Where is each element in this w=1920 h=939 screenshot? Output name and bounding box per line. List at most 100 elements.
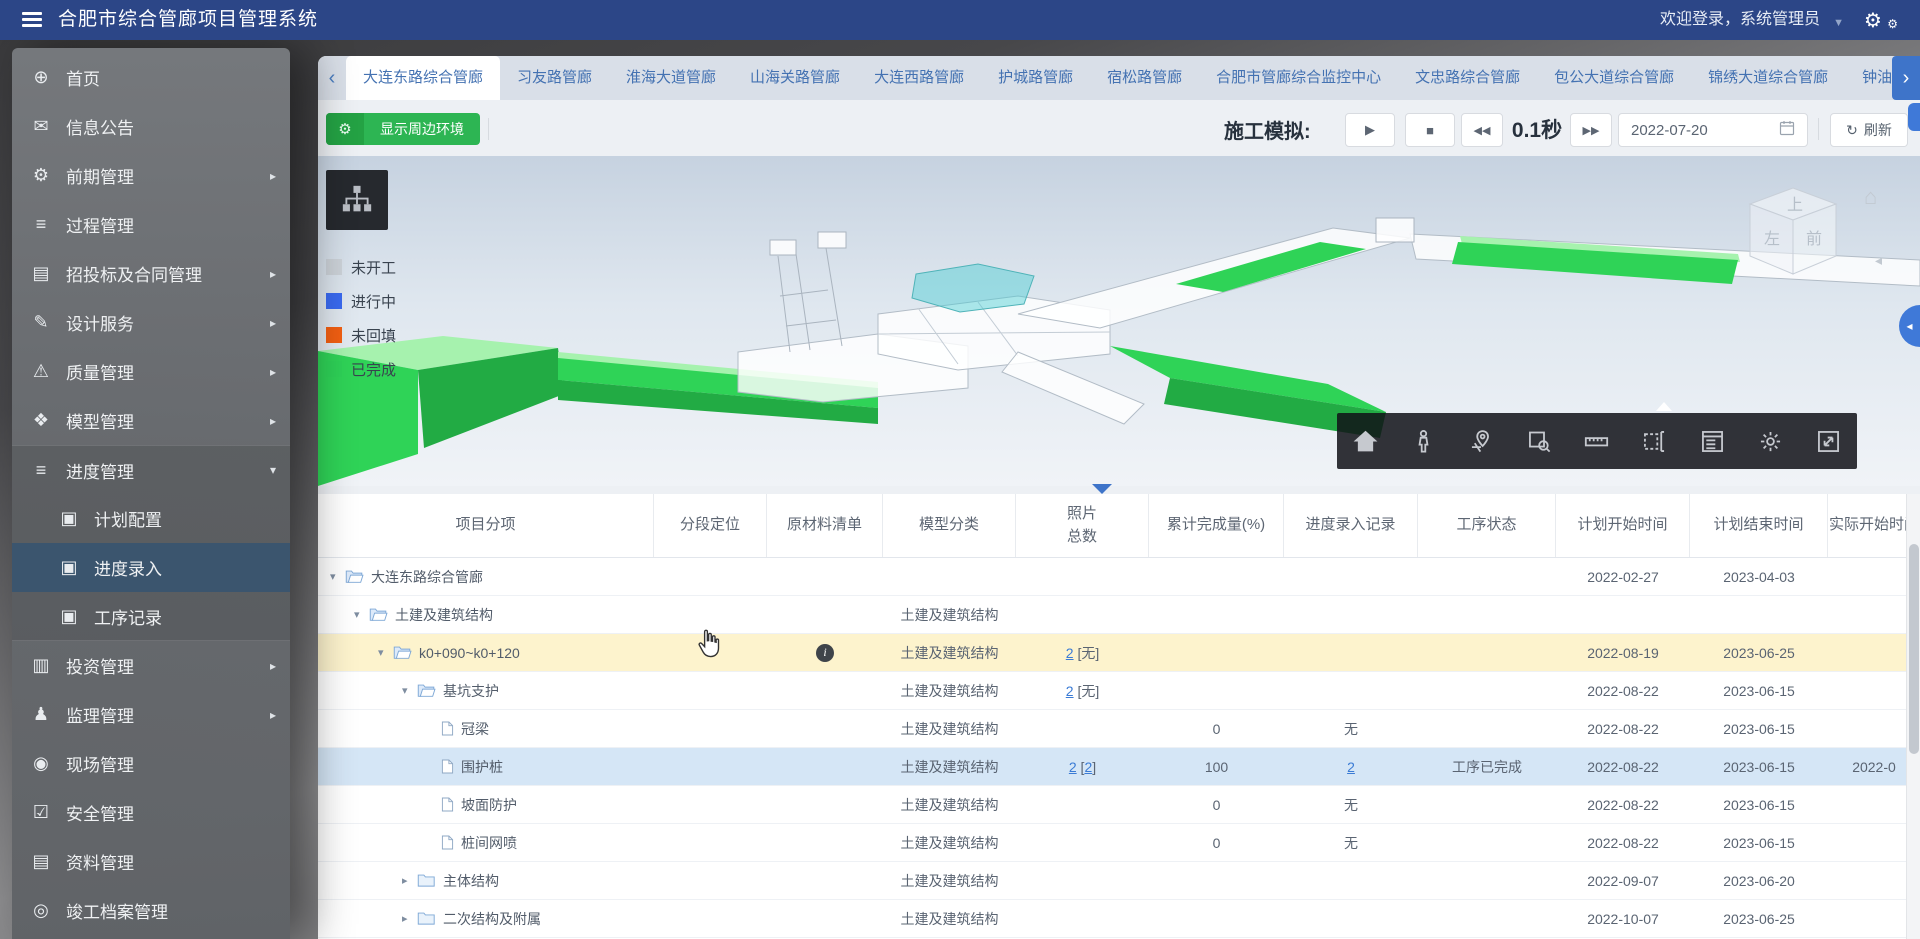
model-tree-button[interactable]	[326, 170, 388, 230]
cell--: 2023-06-25	[1690, 900, 1828, 937]
sidebar-item--[interactable]: ▣计划配置	[12, 494, 290, 543]
sidebar-item--[interactable]: ▤招投标及合同管理▸	[12, 249, 290, 298]
table-scrollbar[interactable]	[1906, 494, 1920, 939]
table-row--[interactable]: ▸二次结构及附属土建及建筑结构2022-10-072023-06-25	[318, 900, 1920, 938]
simulation-slower-button[interactable]: ◀◀	[1461, 113, 1503, 147]
user-dropdown-caret-icon[interactable]: ▼	[1833, 17, 1844, 29]
calendar-icon[interactable]	[1779, 120, 1795, 141]
viewport-toolbar-collapse-icon[interactable]	[1656, 402, 1672, 411]
fullscreen-icon[interactable]	[1811, 424, 1845, 458]
refresh-button[interactable]: ↻ 刷新	[1830, 113, 1908, 147]
simulation-date-input[interactable]: 2022-07-20	[1618, 113, 1808, 147]
info-icon[interactable]: i	[816, 644, 834, 662]
column-header--: 原材料清单	[767, 494, 883, 557]
settings-gears-icon[interactable]: ⚙⚙	[1864, 8, 1894, 34]
table-row--[interactable]: ▸主体结构土建及建筑结构2022-09-072023-06-20	[318, 862, 1920, 900]
cell--: 土建及建筑结构	[883, 634, 1016, 671]
table-row--[interactable]: ▾基坑支护土建及建筑结构2 [ 无 ]2022-08-222023-06-15	[318, 672, 1920, 710]
table-row-k0-090-k0-120[interactable]: ▾k0+090~k0+120i土建及建筑结构2 [ 无 ]2022-08-192…	[318, 634, 1920, 672]
sidebar-item--[interactable]: ▣工序记录	[12, 592, 290, 641]
tab-scroll-right-icon[interactable]: ›	[1892, 56, 1920, 100]
sidebar-item-label: 现场管理	[66, 751, 134, 776]
simulation-faster-button[interactable]: ▶▶	[1570, 113, 1612, 147]
table-row--[interactable]: 桩间网喷土建及建筑结构0无2022-08-222023-06-15	[318, 824, 1920, 862]
tab--[interactable]: 文忠路综合管廊	[1398, 56, 1537, 100]
record-count-link[interactable]: 2	[1347, 759, 1355, 775]
tree-collapse-icon[interactable]: ▾	[378, 646, 393, 659]
zoom-window-icon[interactable]	[1522, 424, 1556, 458]
table-row--[interactable]: ▾大连东路综合管廊2022-02-272023-04-03	[318, 558, 1920, 596]
table-row--[interactable]: 冠梁土建及建筑结构0无2022-08-222023-06-15	[318, 710, 1920, 748]
top-bar: 合肥市综合管廊项目管理系统 欢迎登录，系统管理员 ▼ ⚙⚙	[0, 0, 1920, 40]
tab--[interactable]: 包公大道综合管廊	[1537, 56, 1691, 100]
sidebar-item--[interactable]: ✉信息公告	[12, 102, 290, 151]
navigation-cube[interactable]: 上 左 前	[1738, 182, 1848, 287]
welcome-user-label[interactable]: 欢迎登录，系统管理员	[1660, 0, 1820, 40]
sidebar-item--[interactable]: ❖模型管理▸	[12, 396, 290, 445]
splitter-handle-icon[interactable]	[1092, 484, 1112, 494]
photo-count-link[interactable]: 2	[1066, 683, 1074, 699]
sidebar-item--[interactable]: ⊕首页	[12, 53, 290, 102]
tree-collapse-icon[interactable]: ▾	[402, 684, 417, 697]
tab-scroll-left-icon[interactable]: ‹	[318, 56, 346, 100]
cell--: 无	[1284, 710, 1418, 747]
show-environment-button[interactable]: ⚙ 显示周边环境	[326, 113, 480, 145]
cell--: 土建及建筑结构	[883, 824, 1016, 861]
tree-collapse-icon[interactable]: ▾	[354, 608, 369, 621]
panel-splitter[interactable]	[318, 486, 1920, 494]
measure-ruler-icon[interactable]	[1580, 424, 1614, 458]
hamburger-menu-icon[interactable]	[22, 12, 42, 28]
section-box-icon[interactable]	[1638, 424, 1672, 458]
person-icon[interactable]	[1407, 424, 1441, 458]
sidebar-item--[interactable]: ≡进度管理▾	[12, 445, 290, 494]
table-row--[interactable]: 坡面防护土建及建筑结构0无2022-08-222023-06-15	[318, 786, 1920, 824]
tab--[interactable]: 山海关路管廊	[733, 56, 857, 100]
tab--[interactable]: 习友路管廊	[500, 56, 609, 100]
table-scrollbar-thumb[interactable]	[1909, 544, 1919, 754]
item-name: 二次结构及附属	[443, 909, 541, 929]
list-panel-icon[interactable]	[1695, 424, 1729, 458]
main-panel: ‹ 大连东路综合管廊习友路管廊淮海大道管廊山海关路管廊大连西路管廊护城路管廊宿松…	[318, 56, 1920, 939]
bim-3d-viewport[interactable]: 未开工进行中未回填已完成 上 左 前 ⌂ ◂	[318, 156, 1920, 486]
sidebar-item--[interactable]: ♟监理管理▸	[12, 690, 290, 739]
table-row--[interactable]: ▾土建及建筑结构土建及建筑结构	[318, 596, 1920, 634]
tree-collapse-icon[interactable]: ▾	[330, 570, 345, 583]
tab--[interactable]: 护城路管廊	[981, 56, 1090, 100]
sidebar-item--[interactable]: ◎竣工档案管理	[12, 886, 290, 935]
tab--[interactable]: 锦绣大道综合管廊	[1691, 56, 1845, 100]
simulation-stop-button[interactable]: ■	[1405, 113, 1455, 147]
camera-home-icon[interactable]: ⌂	[1864, 184, 1877, 210]
tab--[interactable]: 大连西路管廊	[857, 56, 981, 100]
cube-face-front: 前	[1806, 230, 1822, 248]
sidebar-item--[interactable]: ▤资料管理	[12, 837, 290, 886]
home-icon[interactable]	[1349, 424, 1383, 458]
sidebar-item--[interactable]: ✎设计服务▸	[12, 298, 290, 347]
sidebar-item--[interactable]: ▣进度录入	[12, 543, 290, 592]
tree-expand-icon[interactable]: ▸	[402, 912, 417, 925]
sidebar-item--[interactable]: ⚠质量管理▸	[12, 347, 290, 396]
cell--	[1016, 786, 1149, 823]
sidebar-item--[interactable]: ◉现场管理	[12, 739, 290, 788]
cell--: 土建及建筑结构	[883, 710, 1016, 747]
right-edge-handle[interactable]	[1908, 103, 1920, 131]
tree-expand-icon[interactable]: ▸	[402, 874, 417, 887]
table-row--[interactable]: 围护桩土建及建筑结构2 [ 2 ]1002工序已完成2022-08-222023…	[318, 748, 1920, 786]
locate-pin-icon[interactable]	[1464, 424, 1498, 458]
tab--[interactable]: 宿松路管廊	[1090, 56, 1199, 100]
tab--[interactable]: 合肥市管廊综合监控中心	[1199, 56, 1398, 100]
photo-count-link[interactable]: 2	[1066, 645, 1074, 661]
sidebar-item--[interactable]: ▥投资管理▸	[12, 641, 290, 690]
photo-count-link[interactable]: 2	[1069, 759, 1077, 775]
photo-bracket-link[interactable]: 2	[1084, 759, 1092, 775]
sidebar-item--[interactable]: ⚙前期管理▸	[12, 151, 290, 200]
cell--: 2022-08-19	[1556, 634, 1690, 671]
simulation-play-button[interactable]: ▶	[1345, 113, 1395, 147]
sidebar-item--[interactable]: ☑安全管理	[12, 788, 290, 837]
cell--	[1149, 862, 1284, 899]
settings-gear-icon[interactable]	[1753, 424, 1787, 458]
cube-rotate-left-icon[interactable]: ◂	[1875, 252, 1882, 269]
tab--[interactable]: 大连东路综合管廊	[346, 56, 500, 100]
sidebar-item--[interactable]: ≡过程管理	[12, 200, 290, 249]
tab--[interactable]: 淮海大道管廊	[609, 56, 733, 100]
cell--: 2 [ 无 ]	[1016, 672, 1149, 709]
